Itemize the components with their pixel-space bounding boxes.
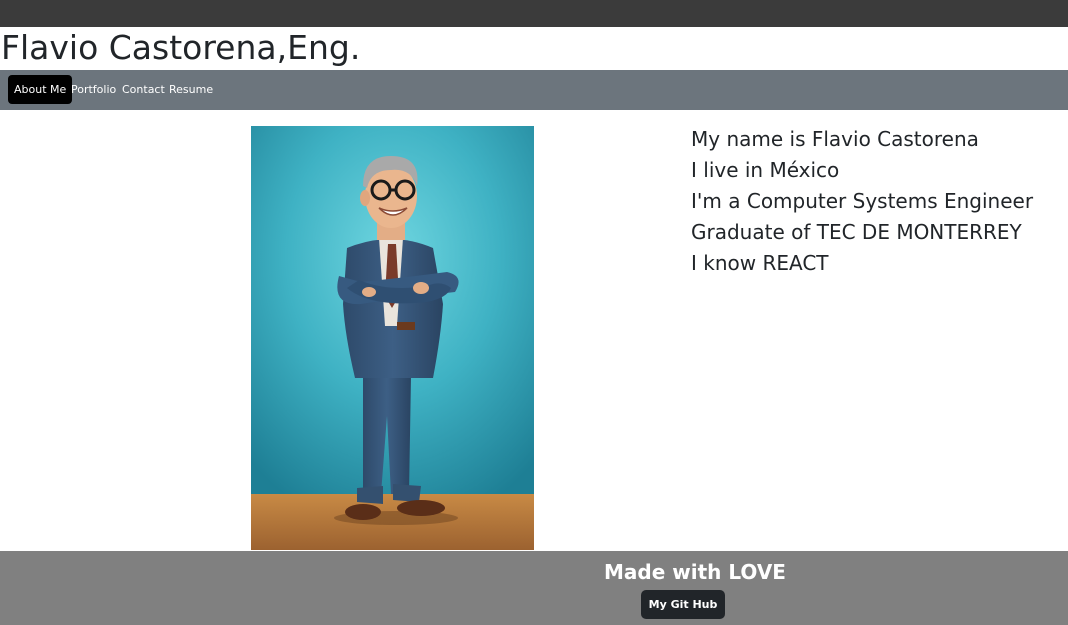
nav-contact[interactable]: Contact xyxy=(122,75,165,104)
bio-line-location: I live in México xyxy=(691,158,840,182)
profile-photo xyxy=(251,126,534,550)
footer: Made with LOVE My Git Hub xyxy=(0,551,1068,625)
site-title: Flavio Castorena,Eng. xyxy=(1,28,361,67)
browser-top-bar xyxy=(0,0,1068,27)
bio-line-education: Graduate of TEC DE MONTERREY xyxy=(691,220,1022,244)
navbar: About Me Portfolio Contact Resume xyxy=(0,70,1068,110)
nav-portfolio[interactable]: Portfolio xyxy=(71,75,116,104)
bio-list: My name is Flavio Castorena I live in Mé… xyxy=(691,124,1033,279)
github-button[interactable]: My Git Hub xyxy=(641,590,725,619)
bio-line-profession: I'm a Computer Systems Engineer xyxy=(691,189,1034,213)
bio-line-skills: I know REACT xyxy=(691,251,829,275)
footer-title: Made with LOVE xyxy=(604,560,786,584)
cartoon-portrait-icon xyxy=(251,126,534,550)
nav-resume[interactable]: Resume xyxy=(169,75,213,104)
bio-line-name: My name is Flavio Castorena xyxy=(691,127,979,151)
nav-about-me[interactable]: About Me xyxy=(8,75,73,104)
